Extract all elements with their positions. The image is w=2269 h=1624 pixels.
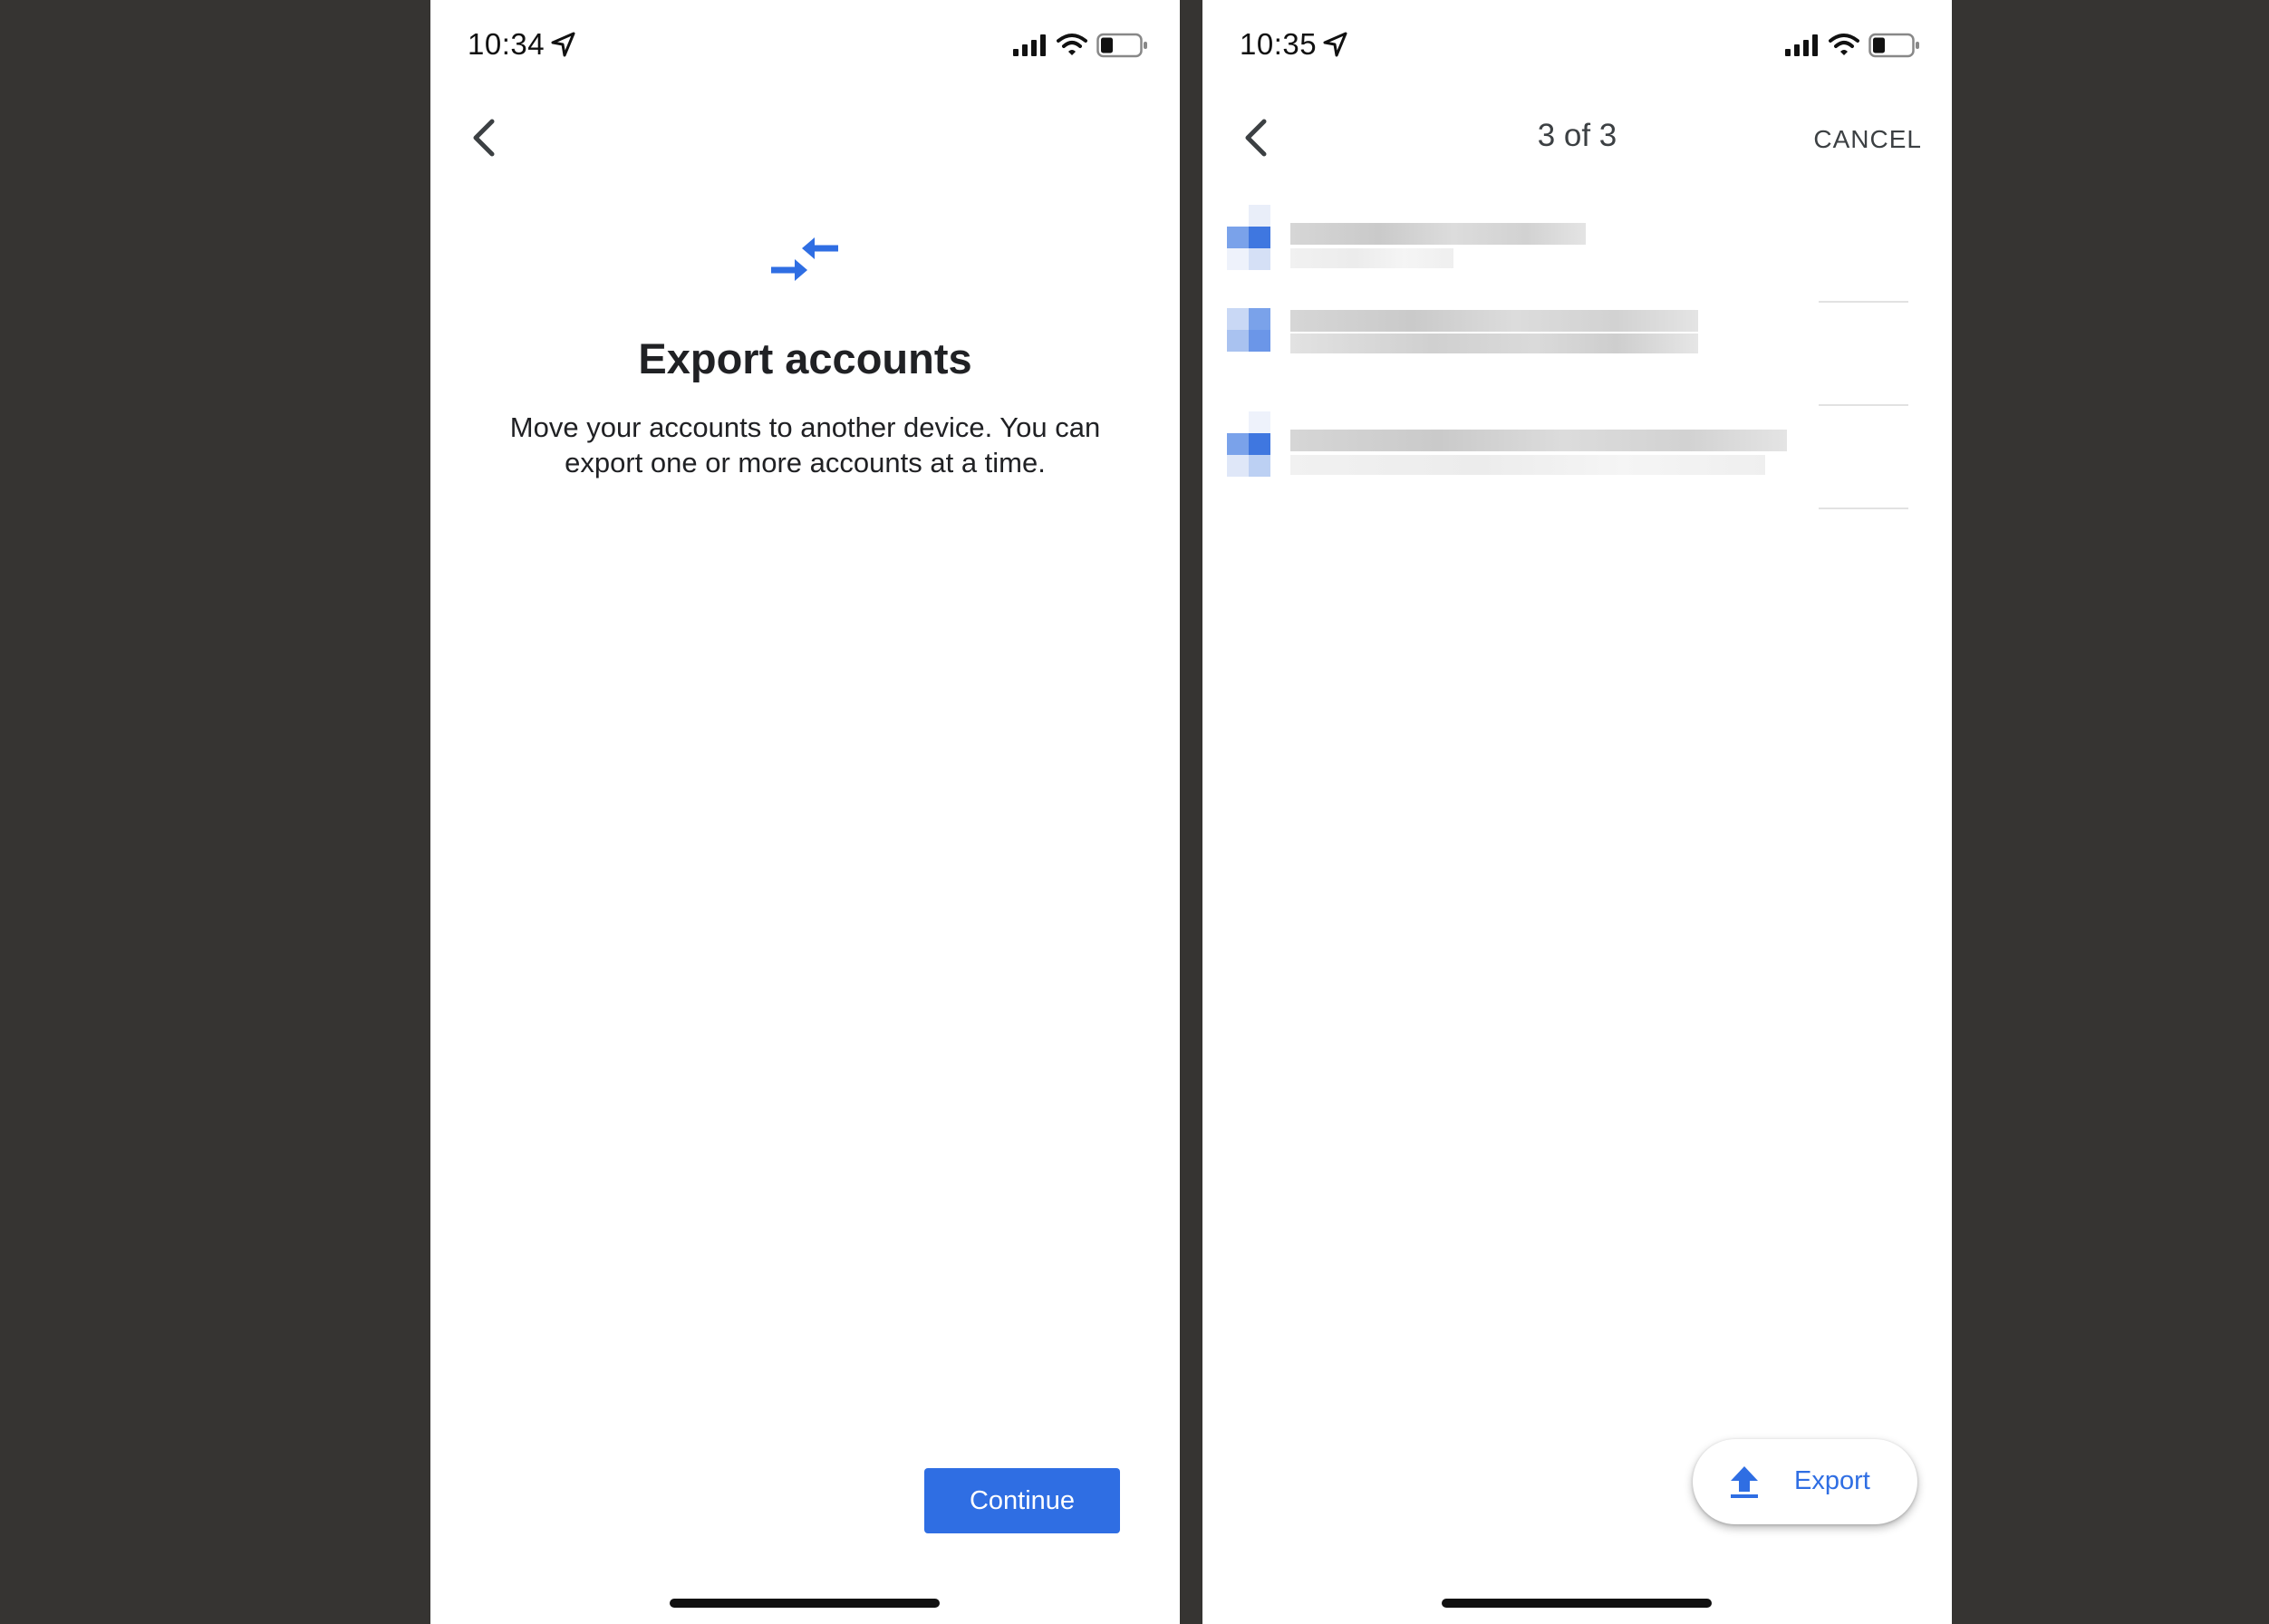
cancel-button[interactable]: CANCEL	[1813, 125, 1922, 154]
account-item-redacted[interactable]	[1202, 303, 1952, 406]
account-logo-icon	[1227, 205, 1270, 270]
battery-icon	[1868, 33, 1919, 58]
export-arrows-icon	[771, 237, 838, 281]
home-indicator[interactable]	[1442, 1599, 1712, 1608]
account-item-redacted[interactable]	[1202, 406, 1952, 509]
page-description: Move your accounts to another device. Yo…	[509, 411, 1101, 478]
wifi-icon	[1829, 34, 1859, 55]
status-icons	[1785, 31, 1921, 58]
export-intro-screen: 10:34 Export accounts Move your accounts…	[430, 0, 1180, 1624]
status-bar: 10:34	[430, 0, 1180, 91]
home-indicator[interactable]	[670, 1599, 940, 1608]
account-detail-redacted	[1290, 248, 1453, 268]
export-button-label: Export	[1794, 1466, 1870, 1495]
signal-icon	[1013, 34, 1046, 56]
signal-icon	[1785, 34, 1818, 56]
account-detail-redacted	[1290, 455, 1765, 475]
account-item-redacted[interactable]	[1202, 199, 1952, 303]
select-accounts-screen: 10:35 3 of 3 CANCEL Export	[1202, 0, 1952, 1624]
page-title: Export accounts	[638, 334, 972, 382]
account-logo-icon	[1227, 308, 1270, 352]
location-arrow-icon	[1323, 32, 1347, 57]
export-button[interactable]: Export	[1693, 1439, 1917, 1524]
account-name-redacted	[1290, 310, 1698, 332]
account-name-redacted	[1290, 430, 1787, 451]
status-bar: 10:35	[1202, 0, 1952, 91]
account-detail-redacted	[1290, 334, 1698, 353]
status-time: 10:34	[468, 27, 546, 61]
list-divider	[1819, 508, 1908, 509]
continue-button[interactable]: Continue	[924, 1468, 1120, 1533]
status-icons	[1013, 31, 1149, 58]
status-time: 10:35	[1240, 27, 1318, 61]
upload-icon	[1731, 1466, 1758, 1498]
location-arrow-icon	[551, 32, 575, 57]
wifi-icon	[1057, 34, 1087, 55]
back-chevron-icon[interactable]	[465, 114, 505, 161]
account-name-redacted	[1290, 223, 1586, 245]
account-logo-icon	[1227, 411, 1270, 477]
battery-icon	[1096, 33, 1147, 58]
